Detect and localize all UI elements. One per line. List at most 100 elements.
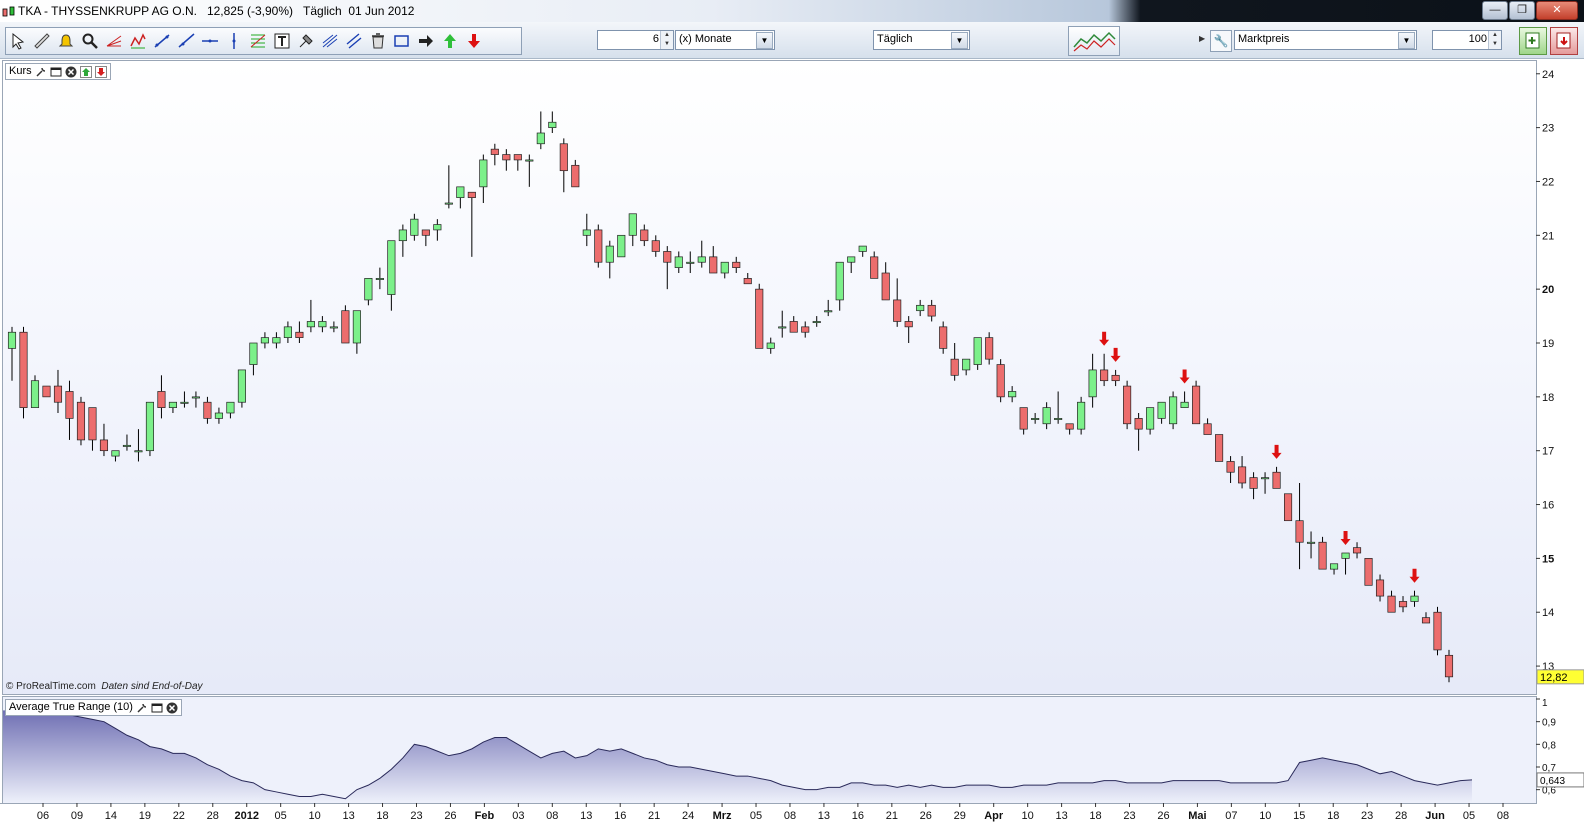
regression-tool[interactable]: [318, 30, 342, 52]
new-window-button[interactable]: [1519, 27, 1547, 55]
stepper-arrows-icon[interactable]: ▲ ▼: [1488, 31, 1501, 49]
buy-arrow-tool[interactable]: [438, 30, 462, 52]
candle-body-down: [594, 229, 603, 263]
candlestick-chart[interactable]: [3, 61, 1536, 694]
candle: [835, 261, 844, 311]
candle-body-up: [973, 337, 982, 365]
candle-body-up: [847, 256, 856, 263]
close-button[interactable]: ✕: [1536, 1, 1578, 20]
cursor-tool[interactable]: [6, 30, 30, 52]
wrench-icon[interactable]: [35, 66, 47, 78]
candle-body-up: [410, 218, 419, 236]
interval-select[interactable]: Täglich ▼: [873, 30, 970, 50]
sell-signal-arrow-icon: [1340, 531, 1351, 545]
period-value-stepper[interactable]: 6 ▲ ▼: [597, 30, 674, 50]
atr-area-chart[interactable]: [3, 697, 1536, 803]
candle: [628, 213, 637, 247]
candle-body-down: [88, 407, 97, 441]
x-tick-label: 28: [207, 810, 219, 822]
sell-arrow-tool[interactable]: [462, 30, 486, 52]
candle: [214, 407, 223, 424]
candle: [1054, 391, 1063, 424]
price-chart-panel[interactable]: Kurs © ProRealTime.com Daten sind End-of…: [2, 60, 1537, 695]
close-icon[interactable]: [65, 66, 77, 78]
trash-icon: [372, 33, 384, 49]
trendline-tool[interactable]: [150, 30, 174, 52]
fibonacci-fan-tool[interactable]: [102, 30, 126, 52]
candle-body-up: [1341, 552, 1350, 559]
rectangle-tool[interactable]: [390, 30, 414, 52]
candle-body-down: [651, 240, 660, 252]
restore-button[interactable]: ❐: [1509, 1, 1535, 20]
period-unit-label: (x) Monate: [679, 33, 732, 45]
window-icon[interactable]: [50, 66, 62, 78]
candle-body-down: [1192, 385, 1201, 425]
move-down-icon[interactable]: [94, 65, 107, 78]
candle-body-up: [237, 369, 246, 403]
candle: [237, 369, 246, 408]
candle-body-up: [720, 261, 729, 274]
ruler-tool[interactable]: [30, 30, 54, 52]
candle: [594, 224, 603, 268]
chevron-down-icon[interactable]: ▼: [1398, 32, 1415, 49]
candle-body-down: [1272, 471, 1281, 489]
candle: [663, 246, 672, 290]
horizontal-line-tool[interactable]: [198, 30, 222, 52]
text-tool[interactable]: [270, 30, 294, 52]
candle-body-up: [1008, 391, 1017, 398]
candle-body-up: [1054, 418, 1063, 420]
chart-type-button[interactable]: [1068, 26, 1120, 56]
zoom-tool[interactable]: [78, 30, 102, 52]
vertical-line-tool[interactable]: [222, 30, 246, 52]
candle-body-down: [939, 326, 948, 349]
move-up-icon[interactable]: [79, 65, 92, 78]
fibonacci-retracement-tool[interactable]: [246, 30, 270, 52]
candle: [686, 251, 695, 273]
close-icon[interactable]: [166, 702, 178, 714]
candle: [525, 154, 534, 187]
pattern-tool[interactable]: [126, 30, 150, 52]
candle-body-down: [1284, 493, 1293, 522]
candle-body-down: [893, 299, 902, 322]
chevron-down-icon[interactable]: ▼: [951, 32, 968, 49]
candle: [1272, 466, 1281, 489]
candle: [812, 316, 821, 327]
candle: [203, 396, 212, 424]
gann-tools-tool[interactable]: [294, 30, 318, 52]
ray-tool[interactable]: [174, 30, 198, 52]
minimize-button[interactable]: —: [1482, 1, 1508, 20]
window-title: TKA - THYSSENKRUPP AG O.N. 12,825 (-3,90%…: [18, 4, 424, 18]
candle-body-down: [881, 272, 890, 301]
candle-body-down: [1295, 520, 1304, 543]
wrench-icon[interactable]: 🔧: [1210, 30, 1232, 52]
stepper-arrows-icon[interactable]: ▲ ▼: [660, 31, 673, 49]
candle: [479, 154, 488, 203]
x-tick-label: 2012: [234, 810, 258, 822]
candle-body-down: [490, 148, 499, 155]
expand-arrow-icon[interactable]: ▶: [1199, 34, 1205, 43]
trash-tool[interactable]: [366, 30, 390, 52]
candle-body-up: [1077, 401, 1086, 430]
candle: [1433, 606, 1442, 656]
zoom-value-stepper[interactable]: 100 ▲ ▼: [1432, 30, 1502, 50]
candle-body-down: [732, 261, 741, 268]
candle-body-up: [1169, 396, 1178, 425]
period-unit-select[interactable]: (x) Monate ▼: [675, 30, 775, 50]
arrow-right-tool[interactable]: [414, 30, 438, 52]
alarm-bell-tool[interactable]: [54, 30, 78, 52]
price-type-select[interactable]: Marktpreis ▼: [1234, 30, 1417, 50]
candle-body-down: [559, 143, 568, 172]
x-tick-label: 14: [105, 810, 117, 822]
candle: [88, 407, 97, 451]
close-window-button[interactable]: [1550, 27, 1578, 55]
candle: [582, 213, 591, 247]
candle-body-down: [985, 337, 994, 360]
x-tick-label: 07: [1225, 810, 1237, 822]
channel-tool[interactable]: [342, 30, 366, 52]
atr-indicator-panel[interactable]: Average True Range (10): [2, 696, 1537, 804]
wrench-icon[interactable]: [136, 702, 148, 714]
window-icon[interactable]: [151, 702, 163, 714]
chevron-down-icon[interactable]: ▼: [756, 32, 773, 49]
candle: [122, 434, 132, 451]
candle-body-up: [180, 401, 189, 404]
